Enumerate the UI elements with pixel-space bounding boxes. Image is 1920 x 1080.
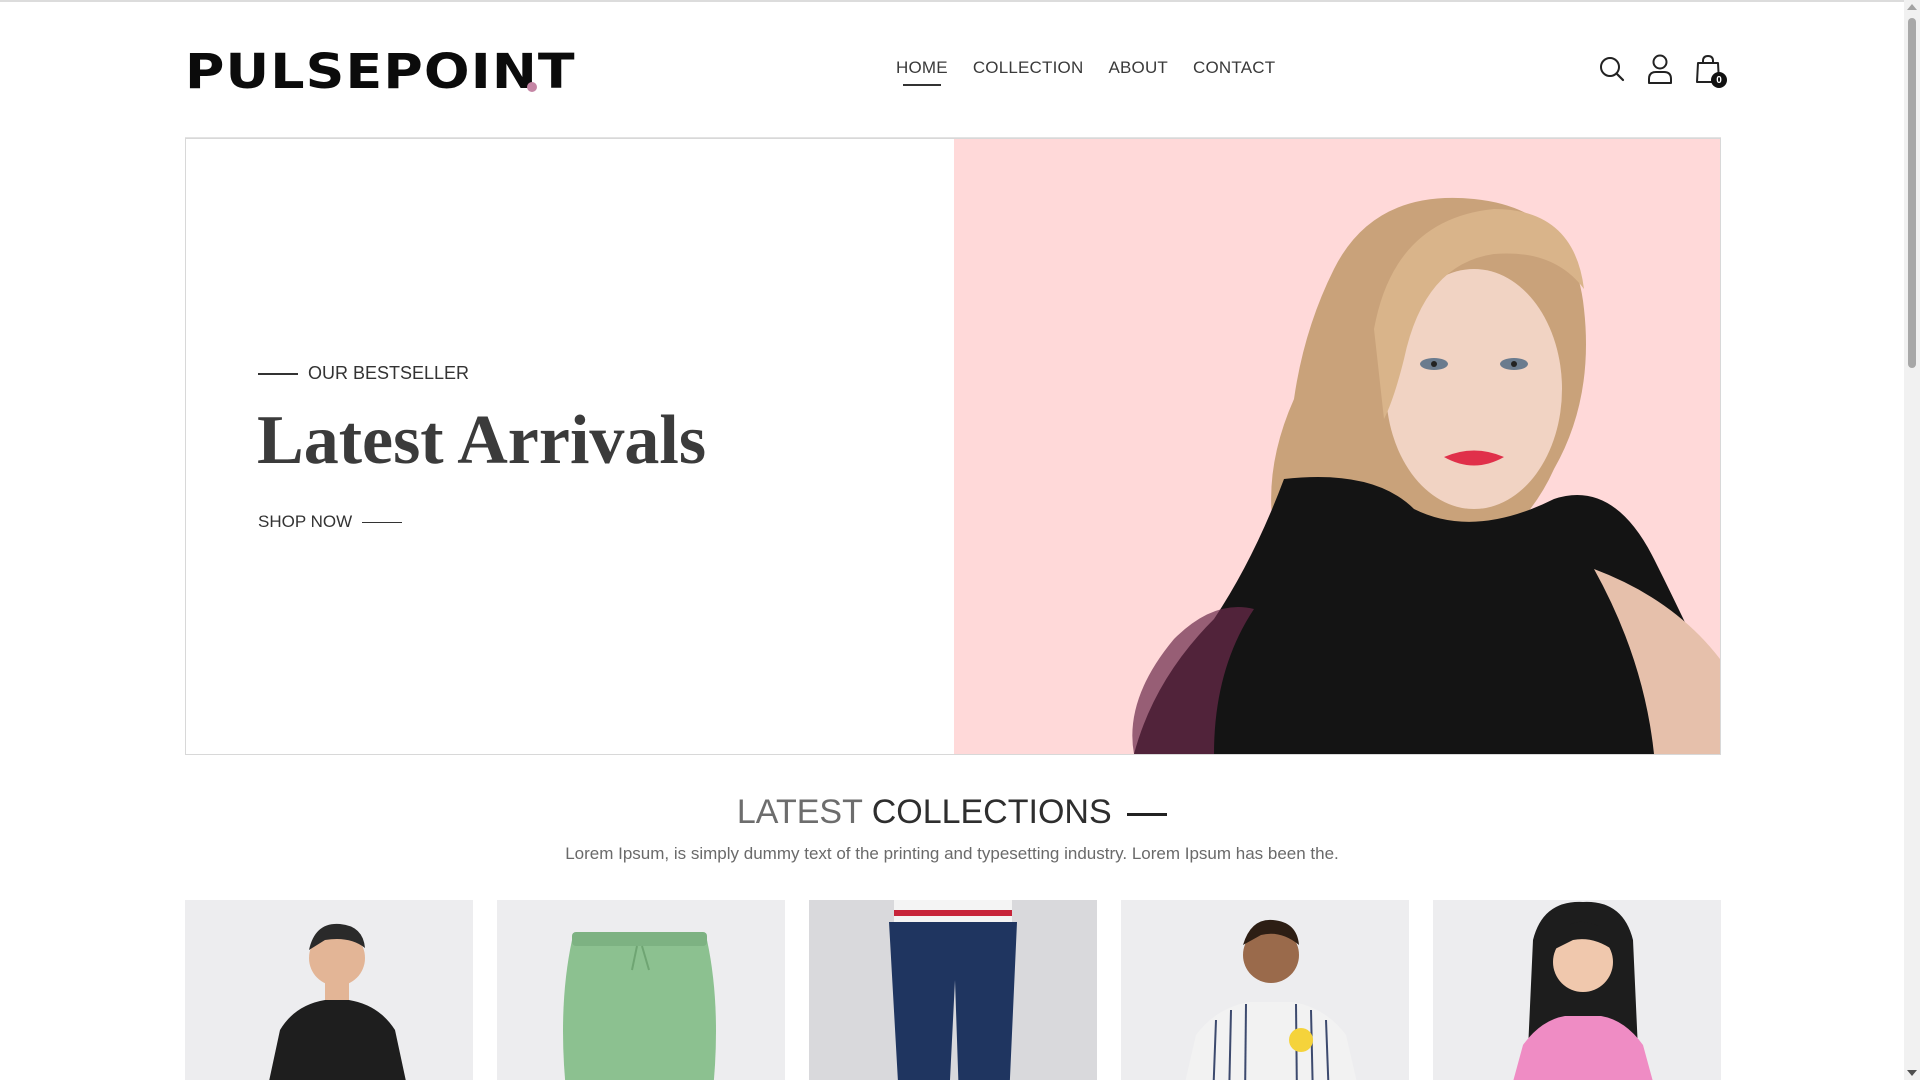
- header-icons: 0: [1599, 54, 1727, 88]
- site-header: PULSEPOINT HOME COLLECTION ABOUT CONTACT…: [185, 2, 1727, 138]
- hero-eyebrow-text: OUR BESTSELLER: [308, 363, 470, 383]
- collections-title-line: [1127, 812, 1168, 816]
- product-card[interactable]: [497, 900, 785, 1080]
- product-card[interactable]: [1433, 900, 1721, 1080]
- product-card[interactable]: [1121, 900, 1409, 1080]
- hero-text-panel: OUR BESTSELLER Latest Arrivals SHOP NOW: [186, 139, 954, 754]
- main-nav: HOME COLLECTION ABOUT CONTACT: [896, 58, 1275, 86]
- brand-logo[interactable]: PULSEPOINT: [185, 44, 576, 100]
- shopping-bag-icon[interactable]: 0: [1695, 54, 1727, 88]
- collections-title-light: LATEST: [736, 793, 863, 831]
- hero-title: Latest Arrivals: [257, 402, 707, 479]
- model-portrait-illustration: [1132, 197, 1720, 754]
- page-scrollbar[interactable]: [1904, 0, 1920, 1080]
- collections-title: LATEST COLLECTIONS: [0, 793, 1904, 832]
- search-icon[interactable]: [1599, 54, 1625, 84]
- user-icon[interactable]: [1647, 54, 1673, 84]
- nav-item-collection[interactable]: COLLECTION: [973, 58, 1084, 78]
- shop-now-link[interactable]: SHOP NOW: [258, 512, 403, 532]
- hero-banner: OUR BESTSELLER Latest Arrivals SHOP NOW: [185, 138, 1721, 755]
- product-card[interactable]: [809, 900, 1097, 1080]
- hero-image: [954, 139, 1720, 754]
- scrollbar-thumb[interactable]: [1908, 18, 1916, 368]
- product-image-green-pants: [563, 932, 716, 1080]
- cart-count-badge: 0: [1711, 72, 1727, 88]
- product-image-navy-joggers: [809, 900, 1097, 1080]
- collections-subtitle: Lorem Ipsum, is simply dummy text of the…: [565, 844, 1339, 863]
- product-image-boy-black-tshirt: [269, 923, 406, 1080]
- cta-line: [362, 521, 403, 523]
- nav-item-home[interactable]: HOME: [896, 58, 948, 86]
- product-card[interactable]: [185, 900, 473, 1080]
- nav-item-contact[interactable]: CONTACT: [1193, 58, 1275, 78]
- shop-now-label: SHOP NOW: [258, 512, 353, 531]
- product-grid: [185, 900, 1721, 1080]
- scroll-up-arrow-icon[interactable]: [1907, 4, 1917, 10]
- eyebrow-line: [258, 372, 298, 375]
- hero-eyebrow: OUR BESTSELLER: [258, 363, 469, 384]
- nav-item-about[interactable]: ABOUT: [1108, 58, 1168, 78]
- scroll-down-arrow-icon[interactable]: [1907, 1070, 1917, 1076]
- product-image-boy-striped-shirt: [1185, 919, 1357, 1080]
- collections-title-dark: COLLECTIONS: [871, 793, 1112, 831]
- product-image-girl-pink-top: [1513, 901, 1653, 1080]
- logo-dot: [527, 82, 537, 92]
